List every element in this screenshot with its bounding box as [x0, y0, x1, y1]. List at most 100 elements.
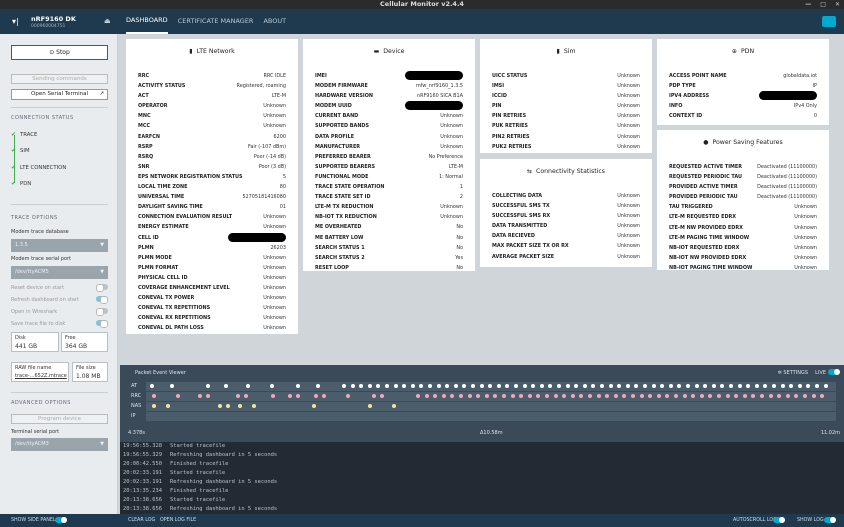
packet-event-dot[interactable]: [218, 404, 222, 408]
packet-event-dot[interactable]: [746, 384, 750, 388]
packet-event-dot[interactable]: [425, 394, 429, 398]
packet-event-dot[interactable]: [316, 384, 320, 388]
packet-event-dot[interactable]: [626, 384, 630, 388]
packet-event-dot[interactable]: [152, 394, 156, 398]
terminal-port-select[interactable]: /dev/ttyACM3 ▼: [11, 438, 108, 451]
pev-settings-button[interactable]: ✲ SETTINGS: [778, 370, 808, 376]
packet-event-dot[interactable]: [244, 394, 248, 398]
packet-event-dot[interactable]: [493, 394, 497, 398]
packet-event-dot[interactable]: [631, 394, 635, 398]
open-wireshark-toggle-row[interactable]: Open in Wireshark: [11, 308, 108, 316]
packet-event-dot[interactable]: [485, 394, 489, 398]
stop-button[interactable]: ⊙ Stop: [11, 45, 108, 60]
packet-event-dot[interactable]: [346, 394, 350, 398]
packet-event-dot[interactable]: [726, 394, 730, 398]
program-device-button[interactable]: Program device: [11, 414, 108, 424]
packet-event-dot[interactable]: [394, 384, 398, 388]
packet-event-dot[interactable]: [691, 394, 695, 398]
packet-event-dot[interactable]: [416, 394, 420, 398]
packet-event-dot[interactable]: [738, 384, 742, 388]
sending-commands-button[interactable]: Sending commands: [11, 74, 108, 84]
packet-event-dot[interactable]: [270, 384, 274, 388]
open-log-file-button[interactable]: OPEN LOG FILE: [160, 518, 196, 523]
packet-event-dot[interactable]: [296, 394, 300, 398]
packet-event-dot[interactable]: [643, 384, 647, 388]
packet-event-dot[interactable]: [536, 394, 540, 398]
packet-event-dot[interactable]: [755, 384, 759, 388]
tab-about[interactable]: ABOUT: [263, 9, 286, 34]
packet-event-dot[interactable]: [166, 404, 170, 408]
packet-event-dot[interactable]: [640, 394, 644, 398]
modem-trace-port-select[interactable]: /dev/ttyACM5 ▼: [11, 266, 108, 279]
packet-event-dot[interactable]: [562, 394, 566, 398]
packet-event-dot[interactable]: [605, 394, 609, 398]
packet-event-dot[interactable]: [583, 384, 587, 388]
packet-event-dot[interactable]: [574, 384, 578, 388]
packet-event-dot[interactable]: [511, 394, 515, 398]
packet-event-dot[interactable]: [519, 394, 523, 398]
packet-event-dot[interactable]: [480, 384, 484, 388]
packet-event-dot[interactable]: [442, 394, 446, 398]
packet-event-dot[interactable]: [238, 404, 242, 408]
packet-event-dot[interactable]: [760, 394, 764, 398]
packet-event-dot[interactable]: [428, 384, 432, 388]
refresh-dashboard-toggle[interactable]: [96, 296, 108, 304]
packet-event-dot[interactable]: [419, 384, 423, 388]
packet-event-dot[interactable]: [591, 384, 595, 388]
close-icon[interactable]: ✕: [835, 0, 840, 9]
lane-nas[interactable]: [146, 402, 836, 411]
packet-event-dot[interactable]: [459, 394, 463, 398]
packet-event-dot[interactable]: [609, 384, 613, 388]
packet-event-dot[interactable]: [772, 384, 776, 388]
packet-event-dot[interactable]: [402, 384, 406, 388]
packet-event-dot[interactable]: [729, 384, 733, 388]
packet-event-dot[interactable]: [385, 384, 389, 388]
packet-event-dot[interactable]: [545, 394, 549, 398]
packet-event-dot[interactable]: [769, 394, 773, 398]
packet-event-dot[interactable]: [505, 384, 509, 388]
reset-device-toggle-row[interactable]: Reset device on start: [11, 284, 108, 292]
packet-event-dot[interactable]: [540, 384, 544, 388]
packet-event-dot[interactable]: [296, 384, 300, 388]
autoscroll-log-toggle[interactable]: [773, 517, 785, 523]
packet-event-dot[interactable]: [488, 384, 492, 388]
packet-event-dot[interactable]: [743, 394, 747, 398]
save-trace-toggle-row[interactable]: Save trace file to disk: [11, 320, 108, 328]
packet-event-dot[interactable]: [708, 394, 712, 398]
packet-event-dot[interactable]: [554, 394, 558, 398]
packet-event-dot[interactable]: [380, 394, 384, 398]
packet-event-dot[interactable]: [794, 394, 798, 398]
device-name[interactable]: nRF9160 DK: [31, 15, 76, 23]
packet-event-dot[interactable]: [777, 394, 781, 398]
packet-event-dot[interactable]: [824, 384, 828, 388]
packet-event-dot[interactable]: [660, 384, 664, 388]
packet-event-dot[interactable]: [622, 394, 626, 398]
packet-event-dot[interactable]: [288, 394, 292, 398]
packet-event-dot[interactable]: [712, 384, 716, 388]
show-side-panel-toggle[interactable]: [55, 517, 67, 523]
packet-event-dot[interactable]: [368, 384, 372, 388]
packet-event-dot[interactable]: [781, 384, 785, 388]
packet-event-dot[interactable]: [206, 384, 210, 388]
packet-event-dot[interactable]: [411, 384, 415, 388]
packet-event-dot[interactable]: [571, 394, 575, 398]
packet-event-dot[interactable]: [763, 384, 767, 388]
packet-event-dot[interactable]: [695, 384, 699, 388]
packet-event-dot[interactable]: [314, 394, 318, 398]
packet-event-dot[interactable]: [789, 384, 793, 388]
packet-event-dot[interactable]: [392, 404, 396, 408]
packet-event-dot[interactable]: [566, 384, 570, 388]
packet-event-dot[interactable]: [359, 384, 363, 388]
packet-event-dot[interactable]: [669, 384, 673, 388]
open-serial-terminal-button[interactable]: Open Serial Terminal ↗: [11, 89, 108, 100]
packet-event-dot[interactable]: [433, 394, 437, 398]
packet-event-dot[interactable]: [683, 394, 687, 398]
packet-event-dot[interactable]: [588, 394, 592, 398]
lane-rrc[interactable]: [146, 392, 836, 401]
packet-event-dot[interactable]: [246, 384, 250, 388]
modem-trace-db-select[interactable]: 1.3.5 ▼: [11, 239, 108, 252]
packet-event-dot[interactable]: [445, 384, 449, 388]
packet-event-dot[interactable]: [652, 384, 656, 388]
packet-event-dot[interactable]: [454, 384, 458, 388]
packet-event-dot[interactable]: [720, 384, 724, 388]
